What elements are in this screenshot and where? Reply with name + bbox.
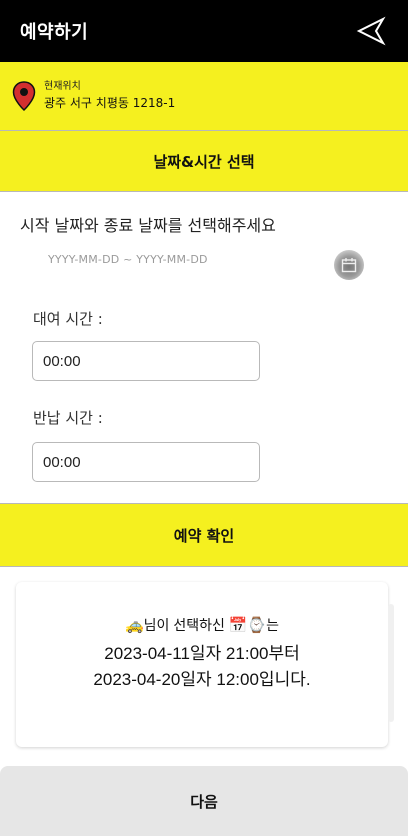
current-location: 현재위치 광주 서구 치평동 1218-1: [0, 62, 408, 130]
send-icon[interactable]: [356, 16, 386, 46]
location-address: 광주 서구 치평동 1218-1: [44, 96, 176, 110]
rental-time-input[interactable]: [32, 341, 260, 381]
reservation-confirm-header: 예약 확인: [0, 503, 408, 567]
return-time-input[interactable]: [32, 442, 260, 482]
date-range-prompt: 시작 날짜와 종료 날짜를 선택해주세요: [20, 216, 276, 235]
app: 예약하기 현재위치 광주 서구 치평동 1218-1 날짜&시간 선택 시작 날…: [0, 0, 408, 836]
location-pin-icon: [12, 81, 36, 111]
next-button[interactable]: 다음: [0, 766, 408, 836]
top-bar: 예약하기: [0, 0, 408, 62]
summary-text-2: 는: [266, 617, 279, 633]
taxi-icon: 🚕: [124, 617, 144, 634]
summary-intro: 🚕님이 선택하신 📅⌚는: [16, 612, 388, 639]
summary-start: 2023-04-11일자 21:00부터: [104, 644, 300, 663]
date-time-section-header: 날짜&시간 선택: [0, 130, 408, 192]
calendar-icon: [341, 258, 357, 273]
reservation-summary-card: 🚕님이 선택하신 📅⌚는 2023-04-11일자 21:00부터 2023-0…: [16, 582, 394, 747]
scrollbar[interactable]: [388, 604, 394, 722]
location-text: 현재위치 광주 서구 치평동 1218-1: [44, 80, 175, 112]
summary-text-1: 님이 선택하신: [143, 617, 225, 633]
page-title: 예약하기: [20, 22, 89, 43]
rental-time-label: 대여 시간 :: [33, 310, 103, 328]
date-range-input[interactable]: YYYY-MM-DD ~ YYYY-MM-DD: [48, 253, 208, 266]
summary-end: 2023-04-20일자 12:00입니다.: [93, 670, 311, 689]
calendar-button[interactable]: [334, 250, 364, 280]
location-label: 현재위치: [44, 81, 81, 92]
watch-icon: ⌚: [247, 617, 267, 634]
calendar-emoji-icon: 📅: [228, 617, 248, 634]
return-time-label: 반납 시간 :: [33, 409, 103, 427]
